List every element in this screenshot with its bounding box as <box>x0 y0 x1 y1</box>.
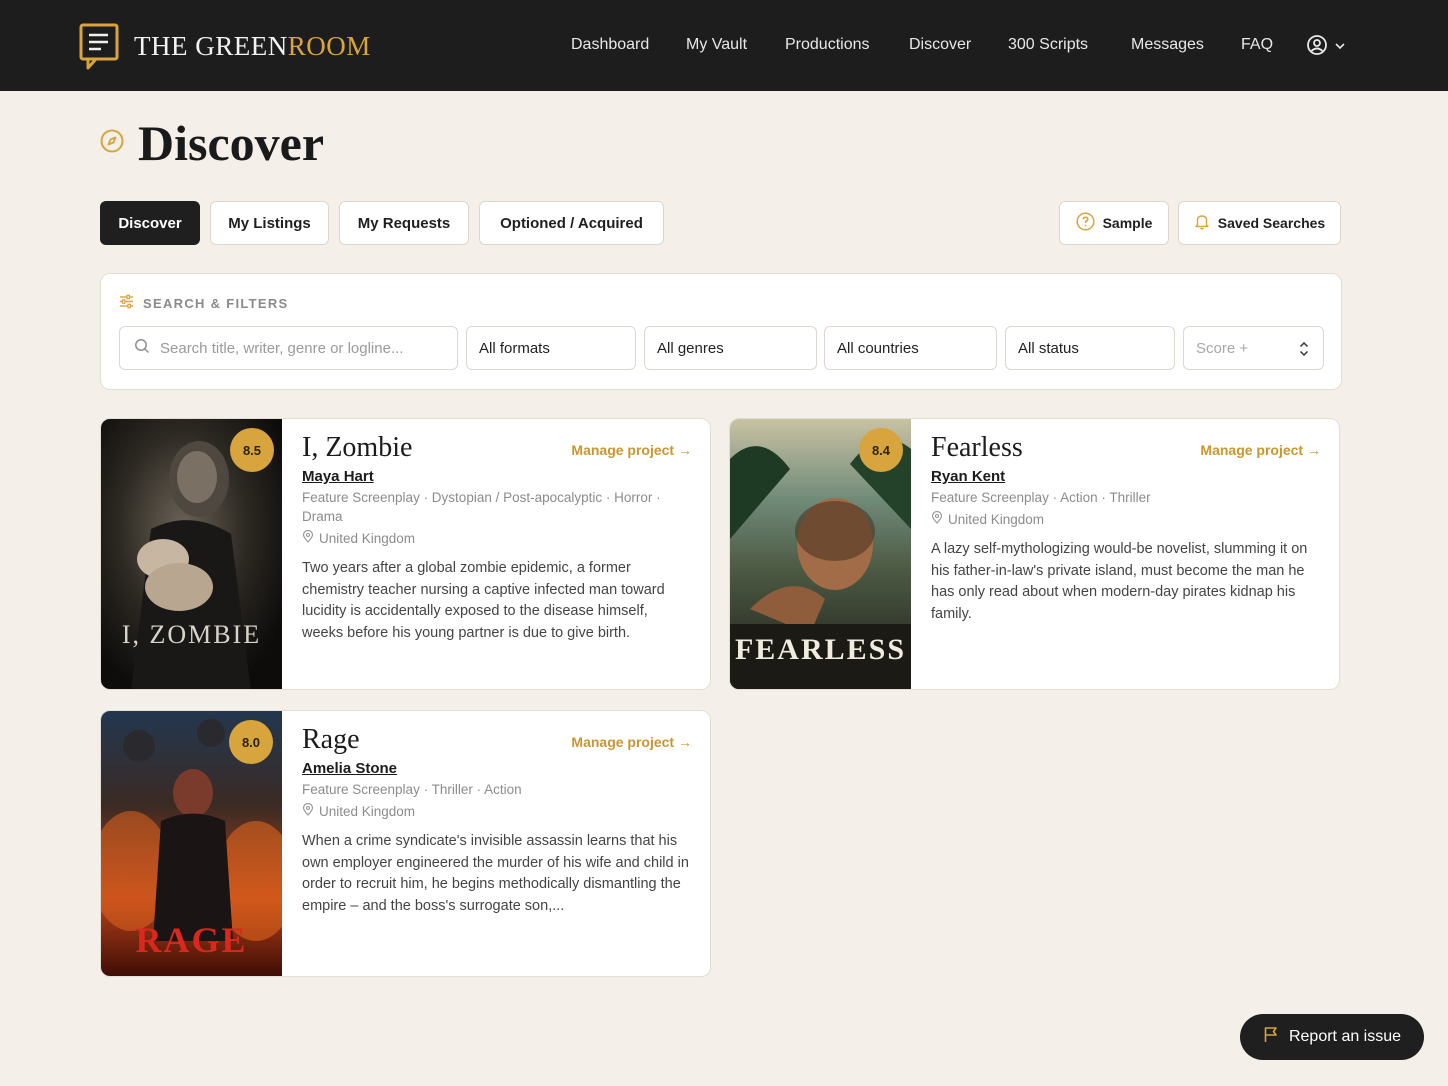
genre-select[interactable]: All genres <box>644 326 817 370</box>
project-meta: Feature Screenplay · Action · Thriller <box>931 490 1151 505</box>
poster-title-text: RAGE <box>135 920 248 960</box>
logo[interactable]: THE GREENROOM <box>78 22 371 70</box>
nav-my-vault[interactable]: My Vault <box>686 36 747 54</box>
report-issue-label: Report an issue <box>1288 1028 1402 1045</box>
location-label: United Kingdom <box>319 804 416 819</box>
help-circle-icon <box>1076 212 1095 234</box>
flag-icon <box>1263 1026 1279 1048</box>
bell-icon <box>1194 213 1210 233</box>
script-logo-icon <box>78 22 122 70</box>
map-pin-icon <box>302 802 314 821</box>
project-card: FEARLESS 8.4 Fearless Manage project → R… <box>729 418 1340 690</box>
page-header: Discover <box>100 114 324 172</box>
writer-link[interactable]: Maya Hart <box>302 467 374 487</box>
top-navigation-bar: THE GREENROOM Dashboard My Vault Product… <box>0 0 1448 91</box>
project-poster[interactable]: I, ZOMBIE 8.5 <box>101 419 282 689</box>
nav-faq[interactable]: FAQ <box>1241 36 1273 54</box>
chevron-down-icon <box>1334 39 1346 57</box>
score-input[interactable]: Score + <box>1183 326 1324 370</box>
country-select[interactable]: All countries <box>824 326 997 370</box>
status-select[interactable]: All status <box>1005 326 1175 370</box>
filters-heading: SEARCH & FILTERS <box>119 294 289 312</box>
search-filters-panel: SEARCH & FILTERS Search title, writer, g… <box>100 273 1342 390</box>
score-badge: 8.5 <box>230 428 274 472</box>
project-location: United Kingdom <box>302 529 692 548</box>
nav-dashboard[interactable]: Dashboard <box>571 36 649 54</box>
writer-link[interactable]: Ryan Kent <box>931 467 1005 487</box>
project-details: Rage Manage project → Amelia Stone Featu… <box>302 723 692 917</box>
search-input[interactable]: Search title, writer, genre or logline..… <box>119 326 458 370</box>
stepper-icon[interactable] <box>1299 340 1309 362</box>
tab-my-listings[interactable]: My Listings <box>210 201 329 245</box>
location-label: United Kingdom <box>319 531 416 546</box>
project-poster[interactable]: RAGE 8.0 <box>101 711 282 976</box>
score-badge: 8.4 <box>859 428 903 472</box>
user-circle-icon <box>1306 34 1328 61</box>
project-details: I, Zombie Manage project → Maya Hart Fea… <box>302 431 692 644</box>
score-placeholder: Score + <box>1196 339 1249 357</box>
search-icon <box>134 338 150 358</box>
search-placeholder: Search title, writer, genre or logline..… <box>160 339 404 357</box>
project-details: Fearless Manage project → Ryan Kent Feat… <box>931 431 1321 625</box>
manage-project-link[interactable]: Manage project → <box>571 734 692 750</box>
project-logline: Two years after a global zombie epidemic… <box>302 560 665 641</box>
writer-link[interactable]: Amelia Stone <box>302 759 397 779</box>
compass-icon <box>100 129 124 158</box>
tab-optioned-acquired[interactable]: Optioned / Acquired <box>479 201 664 245</box>
project-location: United Kingdom <box>302 802 692 821</box>
format-select[interactable]: All formats <box>466 326 636 370</box>
project-logline: A lazy self-mythologizing would-be novel… <box>931 541 1308 622</box>
project-card: RAGE 8.0 Rage Manage project → Amelia St… <box>100 710 711 977</box>
saved-searches-label: Saved Searches <box>1217 215 1326 231</box>
project-meta: Feature Screenplay · Dystopian / Post-ap… <box>302 490 661 524</box>
sample-label: Sample <box>1102 215 1153 231</box>
project-logline: When a crime syndicate's invisible assas… <box>302 833 689 914</box>
location-label: United Kingdom <box>948 512 1045 527</box>
tab-discover[interactable]: Discover <box>100 201 200 245</box>
tab-my-requests[interactable]: My Requests <box>339 201 469 245</box>
nav-productions[interactable]: Productions <box>785 36 870 54</box>
nav-discover[interactable]: Discover <box>909 36 971 54</box>
manage-project-link[interactable]: Manage project → <box>571 442 692 458</box>
page-title: Discover <box>138 115 325 171</box>
poster-title-text: FEARLESS <box>734 633 907 666</box>
report-issue-button[interactable]: Report an issue <box>1240 1014 1424 1060</box>
user-menu[interactable] <box>1306 34 1346 61</box>
map-pin-icon <box>931 510 943 529</box>
project-meta: Feature Screenplay · Thriller · Action <box>302 782 522 797</box>
filters-heading-label: SEARCH & FILTERS <box>143 295 289 311</box>
saved-searches-button[interactable]: Saved Searches <box>1178 201 1341 245</box>
map-pin-icon <box>302 529 314 548</box>
logo-text: THE GREENROOM <box>134 30 371 61</box>
poster-title-text: I, ZOMBIE <box>121 620 262 649</box>
manage-project-link[interactable]: Manage project → <box>1200 442 1321 458</box>
nav-300-scripts[interactable]: 300 Scripts <box>1008 36 1088 54</box>
sample-button[interactable]: Sample <box>1059 201 1169 245</box>
sliders-icon <box>119 294 134 312</box>
project-location: United Kingdom <box>931 510 1321 529</box>
nav-messages[interactable]: Messages <box>1131 36 1204 54</box>
score-badge: 8.0 <box>229 720 273 764</box>
project-card: I, ZOMBIE 8.5 I, Zombie Manage project →… <box>100 418 711 690</box>
project-poster[interactable]: FEARLESS 8.4 <box>730 419 911 689</box>
